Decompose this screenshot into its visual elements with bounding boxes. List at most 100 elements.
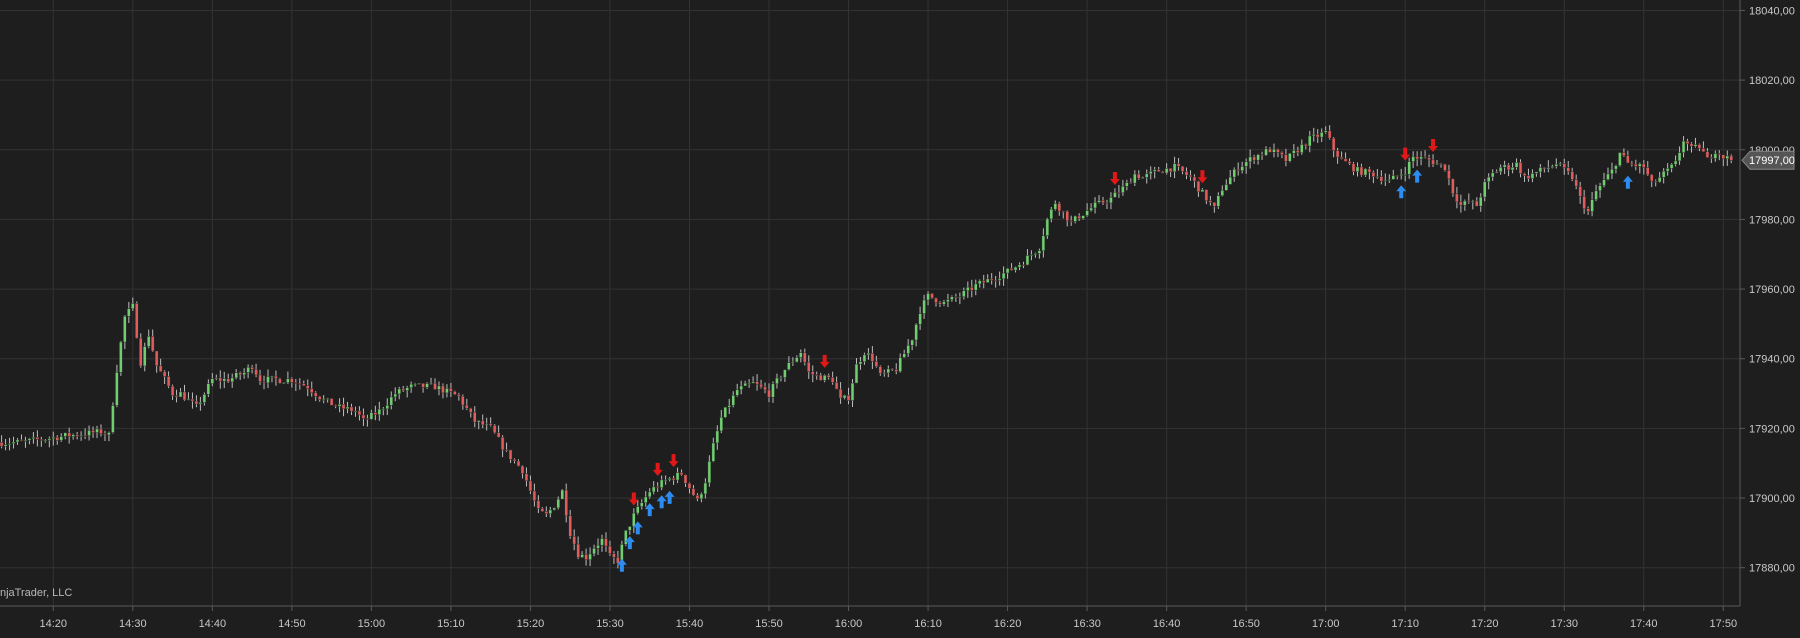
candle-down: [313, 392, 318, 397]
candle-up: [977, 280, 982, 285]
candle-down: [1423, 156, 1427, 159]
candle-down: [1196, 180, 1201, 193]
x-tick-label: 14:40: [199, 618, 227, 630]
candle-down: [1077, 215, 1081, 219]
candle-down: [306, 385, 310, 389]
candle-down: [532, 490, 537, 501]
candle-down: [1729, 155, 1734, 161]
candle-up: [600, 538, 604, 546]
candle-down: [894, 369, 898, 372]
candle-down: [1709, 157, 1714, 159]
candle-up: [325, 398, 330, 400]
candle-up: [111, 405, 115, 433]
candle-down: [938, 302, 942, 305]
candle-down: [174, 395, 179, 398]
candle-down: [1574, 179, 1578, 187]
candle-up: [198, 402, 203, 405]
candle-down: [461, 395, 465, 406]
candle-up: [178, 391, 183, 398]
candle-down: [1359, 166, 1364, 176]
candle-up: [381, 408, 386, 411]
candle-down: [1335, 150, 1340, 158]
candle-up: [663, 479, 668, 482]
x-tick-label: 17:40: [1630, 618, 1658, 630]
candle-up: [942, 301, 946, 305]
candle-down: [874, 361, 879, 367]
candle-down: [1260, 154, 1264, 156]
candle-down: [528, 480, 533, 492]
candle-up: [850, 382, 855, 401]
candle-down: [150, 336, 155, 352]
candle-up: [409, 383, 413, 388]
buy-arrow-icon: [1412, 169, 1423, 183]
candle-up: [560, 489, 564, 500]
candle-down: [1371, 171, 1376, 177]
candle-down: [1379, 176, 1384, 182]
candle-down: [1180, 166, 1185, 172]
candle-down: [1717, 153, 1722, 156]
candle-up: [910, 339, 914, 346]
candle-down: [671, 478, 676, 481]
candle-down: [194, 400, 199, 405]
candle-up: [1713, 153, 1718, 159]
candle-down: [1343, 158, 1348, 162]
candle-up: [1133, 173, 1137, 184]
candle-down: [536, 500, 541, 509]
candle-down: [540, 508, 545, 512]
candle-down: [1168, 168, 1173, 173]
candle-up: [1097, 200, 1101, 203]
candle-down: [1415, 156, 1419, 160]
candle-up: [1498, 166, 1503, 173]
candle-down: [1208, 200, 1213, 203]
x-tick-label: 17:30: [1550, 618, 1578, 630]
candle-up: [588, 553, 592, 560]
candle-up: [210, 378, 215, 384]
candle-up: [628, 526, 632, 531]
candle-down: [1065, 211, 1069, 222]
candle-down: [166, 376, 171, 387]
sell-arrow-icon: [668, 454, 679, 468]
candle-down: [1315, 134, 1320, 138]
candle-up: [1673, 160, 1678, 165]
candle-down: [954, 296, 958, 298]
candle-up: [1391, 175, 1396, 180]
candle-up: [51, 436, 56, 440]
candle-up: [1323, 130, 1328, 133]
candle-down: [814, 374, 819, 376]
candle-down: [75, 434, 79, 437]
candle-up: [1403, 174, 1407, 176]
candle-up: [246, 366, 250, 373]
candle-down: [1101, 200, 1105, 204]
x-tick-label: 14:30: [119, 618, 147, 630]
candle-down: [1156, 169, 1161, 172]
candle-up: [791, 361, 795, 364]
y-axis-ticks: 17880,00 17900,00 17920,00 17940,00 17960,00…: [1740, 5, 1795, 575]
candle-down: [139, 337, 143, 367]
candle-up: [1272, 148, 1276, 153]
candle-down: [520, 465, 525, 474]
candle-up: [779, 377, 783, 379]
last-price-tag: 17997,00: [1741, 150, 1795, 170]
candle-up: [1093, 202, 1097, 209]
candle-down: [504, 449, 509, 452]
candle-down: [258, 374, 262, 382]
candle-up: [1073, 215, 1077, 222]
candle-down: [1351, 163, 1356, 172]
candle-up: [425, 383, 429, 388]
candle-up: [1482, 181, 1487, 198]
candle-down: [465, 404, 469, 409]
candle-down: [1642, 163, 1646, 168]
candle-up: [1546, 167, 1551, 170]
candle-down: [1447, 169, 1451, 180]
candle-up: [385, 405, 390, 410]
candle-up: [739, 385, 743, 391]
candle-down: [274, 375, 278, 380]
candle-up: [1244, 161, 1248, 167]
candle-up: [719, 417, 724, 432]
candle-down: [1542, 167, 1547, 170]
candle-up: [1248, 156, 1252, 163]
candle-down: [608, 545, 612, 554]
candle-down: [683, 474, 688, 484]
candle-down: [810, 371, 815, 375]
x-tick-label: 16:40: [1153, 618, 1181, 630]
